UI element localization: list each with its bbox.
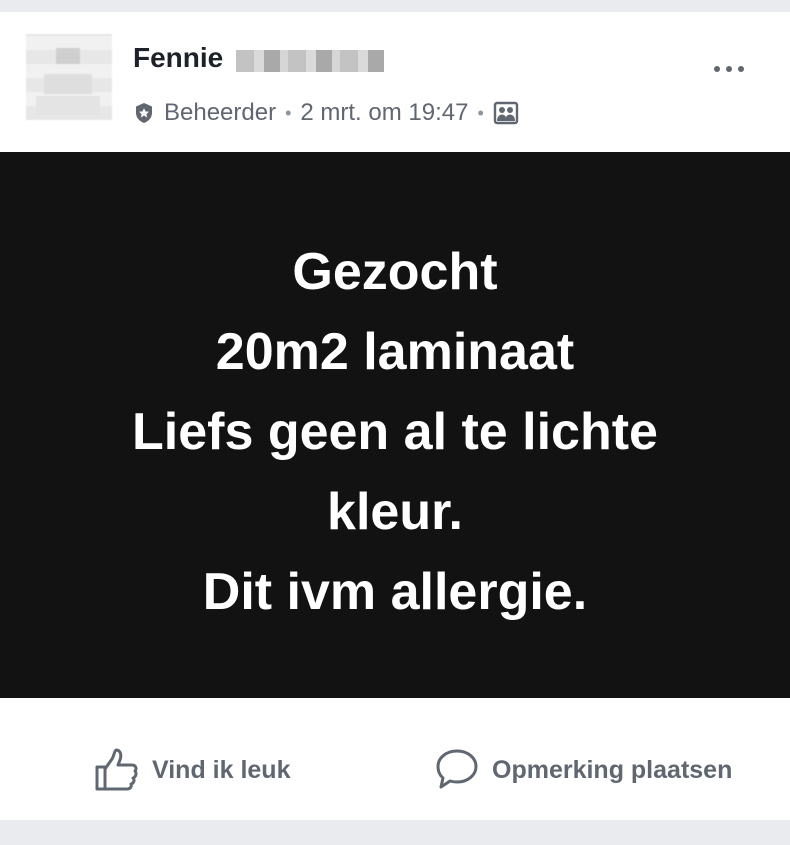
comment-button[interactable]: Opmerking plaatsen	[434, 746, 732, 794]
speech-bubble-icon	[436, 749, 478, 789]
comment-label: Opmerking plaatsen	[492, 755, 733, 784]
group-audience-icon	[493, 101, 518, 125]
post-actions: Vind ik leuk Opmerking plaatsen	[0, 698, 790, 820]
post-content: Gezocht 20m2 laminaat Liefs geen al te l…	[0, 152, 790, 698]
more-options-icon	[714, 66, 720, 72]
like-button[interactable]: Vind ik leuk	[94, 746, 290, 794]
role-label[interactable]: Beheerder	[164, 99, 276, 127]
like-label: Vind ik leuk	[152, 755, 291, 784]
meta-separator: •	[285, 102, 292, 123]
avatar[interactable]	[26, 34, 112, 120]
thumbs-up-icon	[95, 748, 138, 791]
post-text-line: Gezocht	[292, 243, 498, 301]
more-options-button[interactable]	[706, 56, 752, 82]
post-text-line: 20m2 laminaat	[215, 323, 575, 381]
post-meta: Beheerder • 2 mrt. om 19:47 •	[133, 98, 519, 128]
post-text-line: kleur.	[327, 483, 463, 541]
post-card: Fennie Beheerder • 2 mrt. om 19:47 • Gez…	[0, 12, 790, 820]
timestamp[interactable]: 2 mrt. om 19:47	[300, 99, 468, 127]
post-text-line: Liefs geen al te lichte	[132, 403, 658, 461]
redacted-surname	[236, 50, 384, 72]
post-text: Gezocht 20m2 laminaat Liefs geen al te l…	[132, 232, 658, 632]
post-text-line: Dit ivm allergie.	[202, 563, 588, 621]
post-header: Fennie Beheerder • 2 mrt. om 19:47 •	[0, 12, 790, 152]
meta-separator: •	[477, 102, 484, 123]
author-name[interactable]: Fennie	[133, 42, 223, 74]
admin-badge-icon	[136, 103, 152, 123]
